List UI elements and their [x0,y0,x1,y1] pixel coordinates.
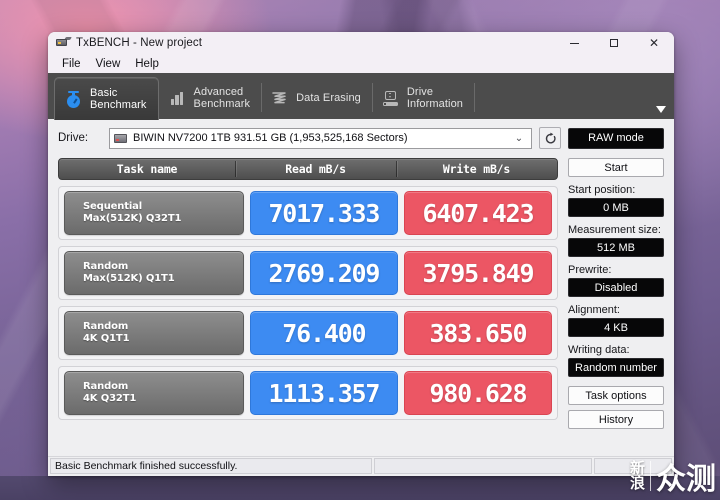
tab-drive-information[interactable]: Drive Information [371,77,474,119]
main-content: Drive: BIWIN NV7200 1TB 931.51 GB (1,953… [48,119,674,456]
maximize-button[interactable] [594,32,634,54]
table-body: Sequential Max(512K) Q32T1 7017.333 6407… [58,186,558,420]
tab-overflow-chevron-down-icon[interactable] [648,77,674,119]
tab-advanced-benchmark-label: Advanced Benchmark [193,85,251,111]
read-value: 1113.357 [249,371,398,415]
drive-info-icon [381,89,400,108]
start-position-value[interactable]: 0 MB [568,198,664,217]
task-name-line1: Random [83,321,129,332]
drive-icon [114,133,128,144]
menu-item-view[interactable]: View [89,57,128,71]
history-button[interactable]: History [568,410,664,429]
window-title: TxBENCH - New project [76,37,203,49]
start-position-label: Start position: [568,184,636,196]
drive-label: Drive: [58,132,89,144]
refresh-icon[interactable] [539,127,561,149]
txbench-window: TxBENCH - New project ✕ File View Help B… [48,32,674,476]
table-row: Random 4K Q32T1 1113.357 980.628 [58,366,558,420]
task-name-line2: 4K Q1T1 [83,333,130,344]
options-sidebar: Start Start position: 0 MB Measurement s… [568,158,664,456]
watermark-divider [650,461,651,491]
close-button[interactable]: ✕ [634,32,674,54]
write-value: 980.628 [403,371,552,415]
read-value: 76.400 [249,311,398,355]
table-header-row: Task name Read mB/s Write mB/s [58,158,558,180]
table-row: Random 4K Q1T1 76.400 383.650 [58,306,558,360]
prewrite-label: Prewrite: [568,264,612,276]
bar-chart-icon [168,89,187,108]
tab-drive-information-label: Drive Information [406,85,464,111]
tab-strip: Basic Benchmark Advanced Benchmark Data … [48,73,674,120]
table-row: Sequential Max(512K) Q32T1 7017.333 6407… [58,186,558,240]
tab-data-erasing[interactable]: Data Erasing [261,77,372,119]
read-value: 7017.333 [249,191,398,235]
watermark-small-text: 新浪 [629,459,645,492]
menu-item-help[interactable]: Help [128,57,166,71]
task-name-line2: Max(512K) Q1T1 [83,273,175,284]
watermark-big-text: 众测 [656,462,716,497]
measurement-size-value[interactable]: 512 MB [568,238,664,257]
task-button-random-4k-q32t1[interactable]: Random 4K Q32T1 [64,371,244,415]
chevron-down-icon[interactable]: ⌄ [511,133,527,144]
tab-advanced-benchmark[interactable]: Advanced Benchmark [159,77,262,119]
writing-data-value[interactable]: Random number [568,358,664,377]
watermark: 新浪 众测 [630,454,716,498]
results-table: Task name Read mB/s Write mB/s Sequentia… [58,158,558,456]
status-bar: Basic Benchmark finished successfully. [48,456,674,476]
content-split: Task name Read mB/s Write mB/s Sequentia… [58,158,664,456]
tab-overflow-divider [474,83,476,112]
task-name-line2: 4K Q32T1 [83,393,137,404]
window-controls: ✕ [554,32,674,54]
column-header-task-name: Task name [116,162,178,176]
shred-icon [270,89,289,108]
alignment-value[interactable]: 4 KB [568,318,664,337]
task-button-random-4k-q1t1[interactable]: Random 4K Q1T1 [64,311,244,355]
task-name-line1: Random [83,261,129,272]
status-segment-2 [374,458,592,474]
start-button[interactable]: Start [568,158,664,177]
prewrite-value[interactable]: Disabled [568,278,664,297]
column-header-read: Read mB/s [235,159,396,179]
tab-data-erasing-label: Data Erasing [296,91,361,104]
task-button-sequential-max512k-q32t1[interactable]: Sequential Max(512K) Q32T1 [64,191,244,235]
task-button-random-max512k-q1t1[interactable]: Random Max(512K) Q1T1 [64,251,244,295]
status-message: Basic Benchmark finished successfully. [50,458,372,474]
column-header-write: Write mB/s [396,159,557,179]
drive-selected-value: BIWIN NV7200 1TB 931.51 GB (1,953,525,16… [133,132,408,144]
stopwatch-icon [64,90,83,109]
measurement-size-label: Measurement size: [568,224,661,236]
menu-bar: File View Help [48,54,674,73]
alignment-label: Alignment: [568,304,620,316]
table-row: Random Max(512K) Q1T1 2769.209 3795.849 [58,246,558,300]
read-value: 2769.209 [249,251,398,295]
desktop-bottom-strip [0,476,720,500]
task-name-line1: Sequential [83,201,143,212]
app-drive-icon [55,36,72,50]
drive-select[interactable]: BIWIN NV7200 1TB 931.51 GB (1,953,525,16… [109,127,532,149]
task-options-button[interactable]: Task options [568,386,664,405]
minimize-button[interactable] [554,32,594,54]
writing-data-label: Writing data: [568,344,630,356]
menu-item-file[interactable]: File [55,57,88,71]
drive-selector-row: Drive: BIWIN NV7200 1TB 931.51 GB (1,953… [58,127,664,149]
raw-mode-button[interactable]: RAW mode [568,127,664,149]
tab-basic-benchmark-label: Basic Benchmark [90,86,147,112]
write-value: 3795.849 [403,251,552,295]
task-name-line2: Max(512K) Q32T1 [83,213,182,224]
write-value: 383.650 [403,311,552,355]
title-bar[interactable]: TxBENCH - New project ✕ [48,32,674,54]
write-value: 6407.423 [403,191,552,235]
tab-basic-benchmark[interactable]: Basic Benchmark [54,77,159,120]
task-name-line1: Random [83,381,129,392]
